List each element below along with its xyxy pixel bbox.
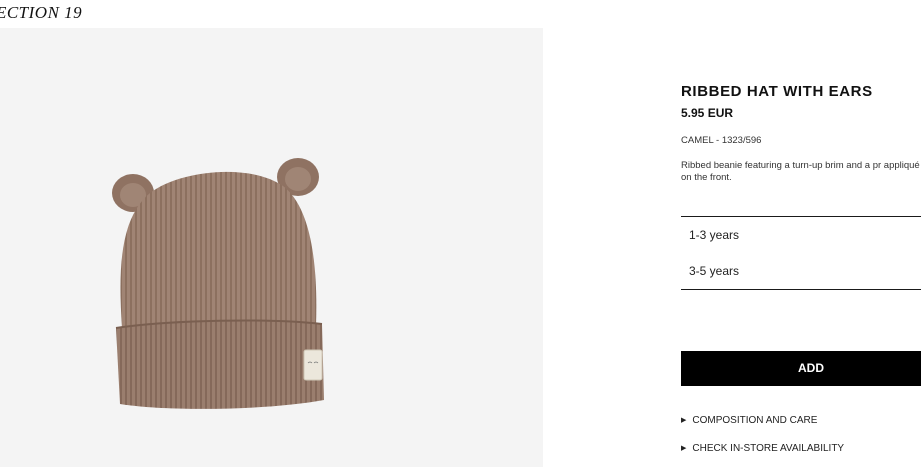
- product-image[interactable]: [0, 28, 543, 467]
- check-store-availability-label: CHECK IN-STORE AVAILABILITY: [692, 443, 845, 454]
- size-selector: 1-3 years 3-5 years: [681, 216, 921, 290]
- hat-illustration: [112, 158, 324, 409]
- product-description: Ribbed beanie featuring a turn-up brim a…: [681, 160, 920, 183]
- hat-brim: [116, 320, 324, 409]
- collection-title: LECTION 19: [0, 3, 83, 22]
- size-option-1-3-years[interactable]: 1-3 years: [681, 217, 921, 253]
- product-color-reference: CAMEL - 1323/596: [681, 135, 762, 146]
- front-applique: [303, 349, 323, 381]
- triangle-right-icon: ▶: [681, 417, 687, 424]
- add-to-cart-button[interactable]: ADD: [681, 351, 921, 386]
- product-title: RIBBED HAT WITH EARS: [681, 83, 873, 100]
- composition-and-care-link[interactable]: ▶ COMPOSITION AND CARE: [681, 415, 817, 426]
- hat-crown: [120, 171, 317, 328]
- composition-and-care-label: COMPOSITION AND CARE: [692, 415, 818, 426]
- size-option-3-5-years[interactable]: 3-5 years: [681, 253, 921, 289]
- check-store-availability-link[interactable]: ▶ CHECK IN-STORE AVAILABILITY: [681, 443, 844, 454]
- triangle-right-icon: ▶: [681, 445, 687, 452]
- product-price: 5.95 EUR: [681, 106, 734, 120]
- add-button-label: ADD: [798, 361, 824, 375]
